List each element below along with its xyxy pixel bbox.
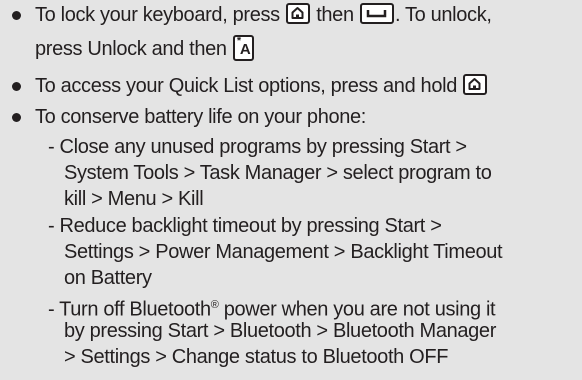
sub-item-backlight-line-2: Settings > Power Management > Backlight … (64, 241, 503, 263)
instructions-page: To lock your keyboard, press then . To u… (0, 0, 582, 380)
quick-list-text: To access your Quick List options, press… (35, 75, 457, 97)
home-key-icon (285, 3, 310, 25)
home-key-icon (463, 74, 488, 96)
bullet-dot (12, 113, 21, 122)
sub-item-close-programs-line-3: kill > Menu > Kill (64, 188, 204, 210)
bullet-lock-line-1: To lock your keyboard, press then . To u… (0, 1, 582, 29)
sub-item-bluetooth-line-2: by pressing Start > Bluetooth > Bluetoot… (64, 320, 497, 342)
registered-mark: ® (210, 299, 219, 311)
bullet-quick-list: To access your Quick List options, press… (0, 72, 582, 100)
bullet-dot (12, 11, 21, 20)
bullet-battery: To conserve battery life on your phone: (0, 103, 582, 131)
sub-item-close-programs-line-2: System Tools > Task Manager > select pro… (64, 162, 492, 184)
sub-item-bluetooth-line-1: - Turn off Bluetooth® power when you are… (48, 298, 496, 321)
lock-instruction-text: To lock your keyboard, press (35, 4, 280, 26)
sub-item-close-programs-line-1: - Close any unused programs by pressing … (48, 136, 467, 158)
sub-item-backlight-line-1: - Reduce backlight timeout by pressing S… (48, 215, 442, 237)
space-key-icon (359, 3, 394, 25)
then-text: then (316, 4, 354, 26)
bullet-dot (12, 82, 21, 91)
bullet-lock-line-2: press Unlock and then * A (0, 34, 582, 63)
sub-item-bluetooth-line-3: > Settings > Change status to Bluetooth … (64, 346, 449, 368)
unlock-instruction-text: press Unlock and then (35, 38, 227, 60)
sub-item-backlight-line-3: on Battery (64, 267, 152, 289)
star-a-key-icon: * A (232, 34, 254, 61)
to-unlock-text: . To unlock, (394, 4, 492, 26)
battery-heading-text: To conserve battery life on your phone: (35, 106, 366, 128)
